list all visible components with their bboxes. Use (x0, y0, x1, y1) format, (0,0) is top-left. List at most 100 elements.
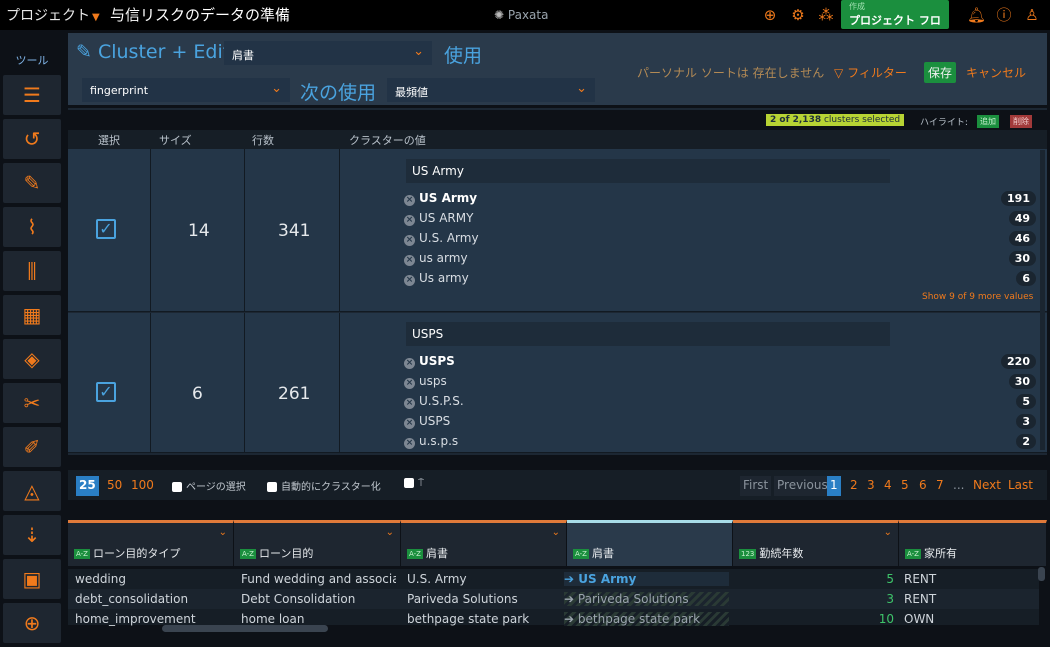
calculator-icon[interactable]: ▦ (3, 295, 61, 335)
page-link-2[interactable]: 2 (847, 476, 861, 496)
page-link-3[interactable]: 3 (864, 476, 878, 496)
page-size-50[interactable]: 50 (104, 476, 125, 496)
last-page-link[interactable]: Last (1005, 476, 1036, 496)
previous-page-link[interactable]: Previous (774, 476, 831, 496)
paperclip-icon[interactable]: ⌇ (3, 207, 61, 247)
project-flow-button[interactable]: 作成 プロジェクト フロー (841, 0, 949, 43)
filter-lines-icon[interactable]: ☰ (3, 75, 61, 115)
table-cell-hatched[interactable]: ➔ bethpage state park (564, 612, 729, 626)
highlight-remove-badge[interactable]: 削除 (1010, 115, 1032, 128)
remove-icon[interactable]: × (404, 255, 415, 266)
filter-button[interactable]: ▽ フィルター (834, 64, 907, 81)
table-cell[interactable]: home loan (241, 612, 396, 626)
chevron-down-icon: ⌄ (271, 81, 282, 96)
table-cell[interactable]: RENT (904, 592, 1024, 606)
cluster-value-input[interactable]: USPS (406, 322, 890, 346)
table-cell[interactable]: wedding (75, 572, 230, 586)
history-icon[interactable]: ↺ (3, 119, 61, 159)
table-cell[interactable]: OWN (904, 612, 1024, 626)
page-link-7[interactable]: 7 (933, 476, 947, 496)
method-select[interactable]: 最頻値 ⌄ (387, 78, 595, 102)
cluster-value-input[interactable]: US Army (406, 159, 890, 183)
table-cell[interactable]: home_improvement (75, 612, 230, 626)
cluster-select-checkbox[interactable]: ✓ (96, 219, 116, 239)
remove-icon[interactable]: × (404, 438, 415, 449)
user-icon[interactable]: ♙ (1023, 6, 1041, 24)
select-page-checkbox[interactable]: ページの選択 (172, 478, 246, 493)
columns-icon[interactable]: ⫼ (3, 251, 61, 291)
page-size-25[interactable]: 25 (76, 476, 99, 496)
page-link-6[interactable]: 6 (916, 476, 930, 496)
table-cell[interactable]: 10 (739, 612, 894, 626)
table-cell[interactable]: Debt Consolidation (241, 592, 396, 606)
column-header-active[interactable]: A-Z 肩書 (567, 520, 733, 566)
chevron-down-icon: ⌄ (576, 81, 587, 96)
next-page-link[interactable]: Next (970, 476, 1004, 496)
cancel-button[interactable]: キャンセル (966, 64, 1026, 81)
table-cell[interactable]: debt_consolidation (75, 592, 230, 606)
app-logo: ✺ Paxata (494, 8, 549, 22)
split-option-checkbox[interactable]: ⍑ (404, 478, 424, 489)
table-cell-hatched[interactable]: ➔ Pariveda Solutions (564, 592, 729, 606)
first-page-link[interactable]: First (740, 476, 772, 496)
page-link-1[interactable]: 1 (827, 476, 841, 496)
table-cell[interactable]: bethpage state park (407, 612, 562, 626)
algorithm-select[interactable]: fingerprint ⌄ (82, 78, 290, 102)
diamond-tool-icon[interactable]: ◈ (3, 339, 61, 379)
cluster-value-item: × US ARMY (404, 211, 474, 226)
remove-icon[interactable]: × (404, 418, 415, 429)
remove-icon[interactable]: × (404, 235, 415, 246)
add-circle-icon[interactable]: ⊕ (761, 6, 779, 24)
chevron-down-icon[interactable]: ⌄ (386, 527, 394, 538)
page-link-5[interactable]: 5 (898, 476, 912, 496)
show-more-values-link[interactable]: Show 9 of 9 more values (922, 292, 1033, 302)
project-menu[interactable]: プロジェクト ▼ (6, 5, 100, 25)
vertical-scrollbar[interactable] (1038, 567, 1045, 581)
nodes-icon[interactable]: ⁂ (817, 6, 835, 24)
pencil-icon[interactable]: ✎ (3, 163, 61, 203)
arrow-right-icon: ➔ (564, 572, 575, 586)
gear-icon[interactable]: ⚙ (789, 6, 807, 24)
scissors-icon[interactable]: ✂ (3, 383, 61, 423)
remove-icon[interactable]: × (404, 398, 415, 409)
column-select[interactable]: 肩書 ⌄ (224, 41, 432, 65)
sort-numeric-icon[interactable]: ⇣ (3, 515, 61, 555)
table-cell-highlighted[interactable]: ➔ US Army (564, 572, 729, 586)
cluster-scrollbar[interactable] (1040, 150, 1045, 450)
chevron-down-icon[interactable]: ⌄ (219, 527, 227, 538)
cluster-select-checkbox[interactable]: ✓ (96, 382, 116, 402)
page-link-4[interactable]: 4 (881, 476, 895, 496)
remove-icon[interactable]: × (404, 378, 415, 389)
table-cell[interactable]: 3 (739, 592, 894, 606)
column-header[interactable]: ⌄ A-Z ローン目的 (234, 520, 401, 566)
column-header[interactable]: A-Z 家所有 (899, 520, 1047, 566)
table-cell[interactable]: 5 (739, 572, 894, 586)
type-badge: A-Z (407, 549, 423, 559)
monitor-robot-icon[interactable]: ▣ (3, 559, 61, 599)
table-cell[interactable]: U.S. Army (407, 572, 562, 586)
table-cell[interactable]: Fund wedding and associa... (241, 572, 396, 586)
chevron-down-icon[interactable]: ⌄ (884, 527, 892, 538)
page-size-100[interactable]: 100 (128, 476, 157, 496)
table-cell[interactable]: Pariveda Solutions (407, 592, 562, 606)
chevron-down-icon[interactable]: ⌄ (552, 527, 560, 538)
remove-icon[interactable]: × (404, 195, 415, 206)
info-icon[interactable]: ⓘ (995, 6, 1013, 24)
add-shape-icon[interactable]: ⊕ (3, 603, 61, 643)
save-button[interactable]: 保存 (924, 62, 957, 83)
auto-cluster-checkbox[interactable]: 自動的にクラスター化 (267, 478, 381, 493)
column-header[interactable]: ⌄ 123 勤続年数 (733, 520, 899, 566)
shapes-icon[interactable]: ◬ (3, 471, 61, 511)
table-cell[interactable]: RENT (904, 572, 1024, 586)
remove-icon[interactable]: × (404, 358, 415, 369)
column-header[interactable]: ⌄ A-Z ローン目的タイプ (68, 520, 234, 566)
remove-icon[interactable]: × (404, 215, 415, 226)
logo-icon: ✺ (494, 8, 505, 22)
remove-icon[interactable]: × (404, 275, 415, 286)
bell-icon[interactable]: 🔔︎ (967, 6, 986, 24)
brush-icon[interactable]: ✐ (3, 427, 61, 467)
tools-heading: ツール (15, 54, 49, 67)
highlight-add-badge[interactable]: 追加 (977, 115, 999, 128)
column-header[interactable]: ⌄ A-Z 肩書 (401, 520, 567, 566)
horizontal-scrollbar[interactable] (162, 625, 328, 632)
